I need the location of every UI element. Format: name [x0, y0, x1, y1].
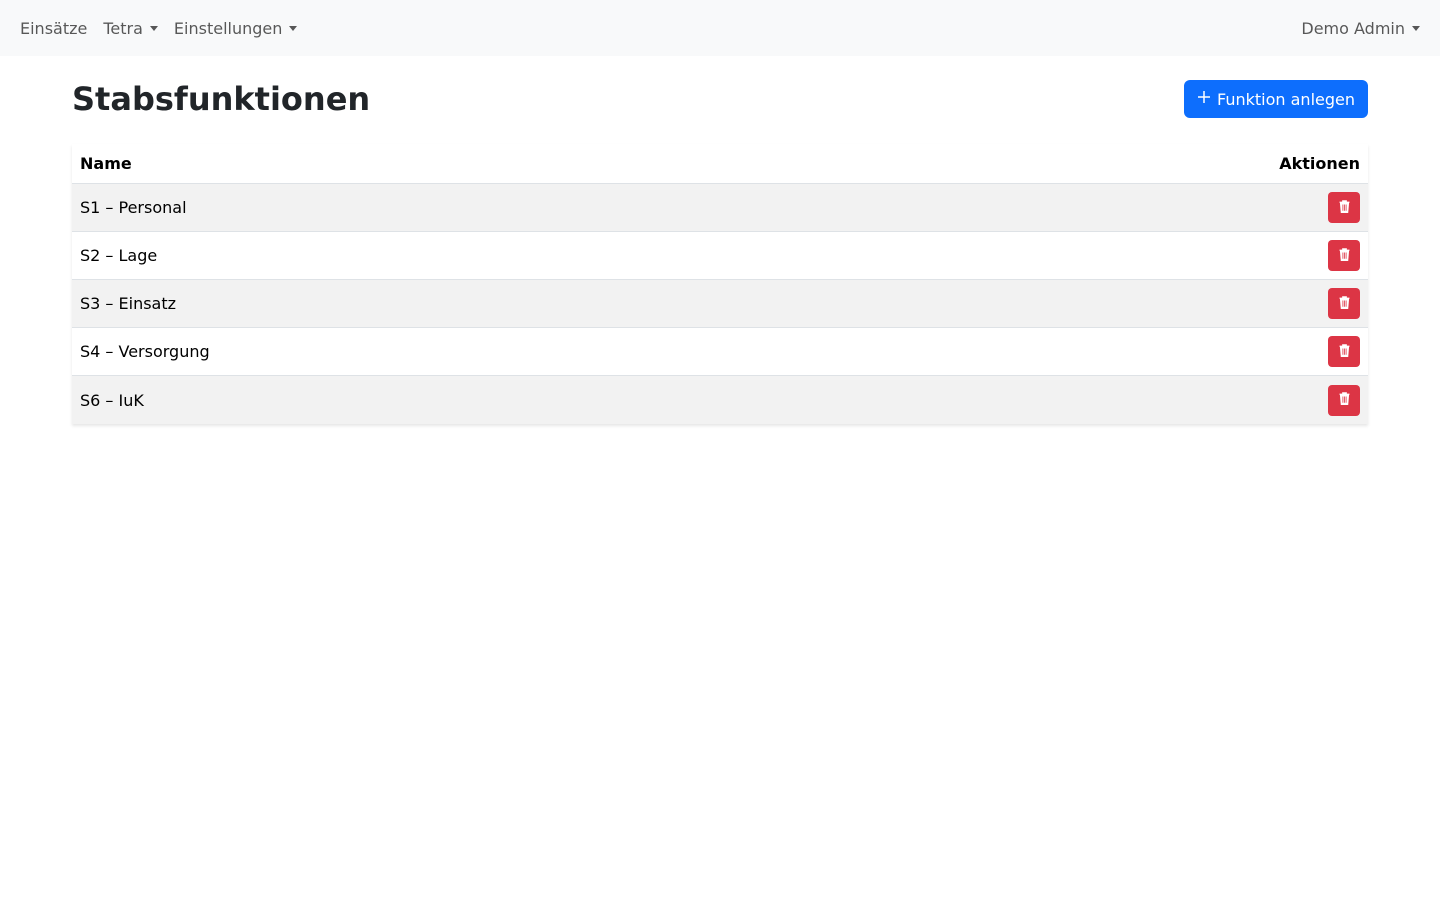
nav-item-label: Einsätze — [20, 18, 88, 38]
nav-item-label: Einstellungen — [173, 18, 283, 38]
page-title: Stabsfunktionen — [72, 80, 371, 118]
functions-table: Name Aktionen S1 – Personal S2 – Lage S3… — [72, 144, 1368, 424]
delete-button[interactable] — [1328, 240, 1360, 271]
delete-button[interactable] — [1328, 288, 1360, 319]
table-row: S3 – Einsatz — [72, 280, 1368, 328]
caret-down-icon — [149, 25, 158, 31]
caret-down-icon — [289, 25, 298, 31]
trash-icon — [1339, 343, 1350, 360]
nav-item-einstellungen[interactable]: Einstellungen — [173, 18, 298, 38]
nav-item-einsaetze[interactable]: Einsätze — [20, 19, 87, 38]
trash-icon — [1339, 247, 1350, 264]
column-header-name: Name — [80, 154, 132, 173]
column-header-actions: Aktionen — [1279, 154, 1360, 173]
delete-button[interactable] — [1328, 336, 1360, 367]
trash-icon — [1339, 295, 1350, 312]
add-function-label: Funktion anlegen — [1217, 89, 1355, 109]
row-name: S4 – Versorgung — [80, 342, 210, 361]
table-row: S4 – Versorgung — [72, 328, 1368, 376]
add-function-button[interactable]: Funktion anlegen — [1184, 80, 1368, 118]
page-header: Stabsfunktionen Funktion anlegen — [72, 56, 1368, 142]
table-row: S1 – Personal — [72, 184, 1368, 232]
nav-menu: Einsätze Tetra Einstellungen — [20, 18, 298, 38]
table-header: Name Aktionen — [72, 144, 1368, 184]
row-name: S3 – Einsatz — [80, 294, 177, 313]
top-navbar: Einsätze Tetra Einstellungen Demo Admin — [0, 0, 1440, 56]
nav-item-label: Tetra — [103, 18, 143, 38]
row-name: S6 – IuK — [80, 390, 144, 410]
user-menu[interactable]: Demo Admin — [1301, 19, 1420, 38]
nav-item-tetra[interactable]: Tetra — [103, 19, 158, 38]
trash-icon — [1339, 392, 1350, 408]
table-row: S2 – Lage — [72, 232, 1368, 280]
delete-button[interactable] — [1328, 384, 1360, 416]
trash-icon — [1339, 199, 1350, 216]
table-row: S6 – IuK — [72, 376, 1368, 424]
delete-button[interactable] — [1328, 192, 1360, 223]
caret-down-icon — [1412, 25, 1420, 31]
user-menu-label: Demo Admin — [1301, 18, 1405, 38]
main-content: Stabsfunktionen Funktion anlegen Name Ak… — [72, 56, 1368, 424]
plus-icon — [1197, 89, 1211, 108]
row-name: S1 – Personal — [80, 198, 187, 217]
row-name: S2 – Lage — [80, 246, 158, 265]
